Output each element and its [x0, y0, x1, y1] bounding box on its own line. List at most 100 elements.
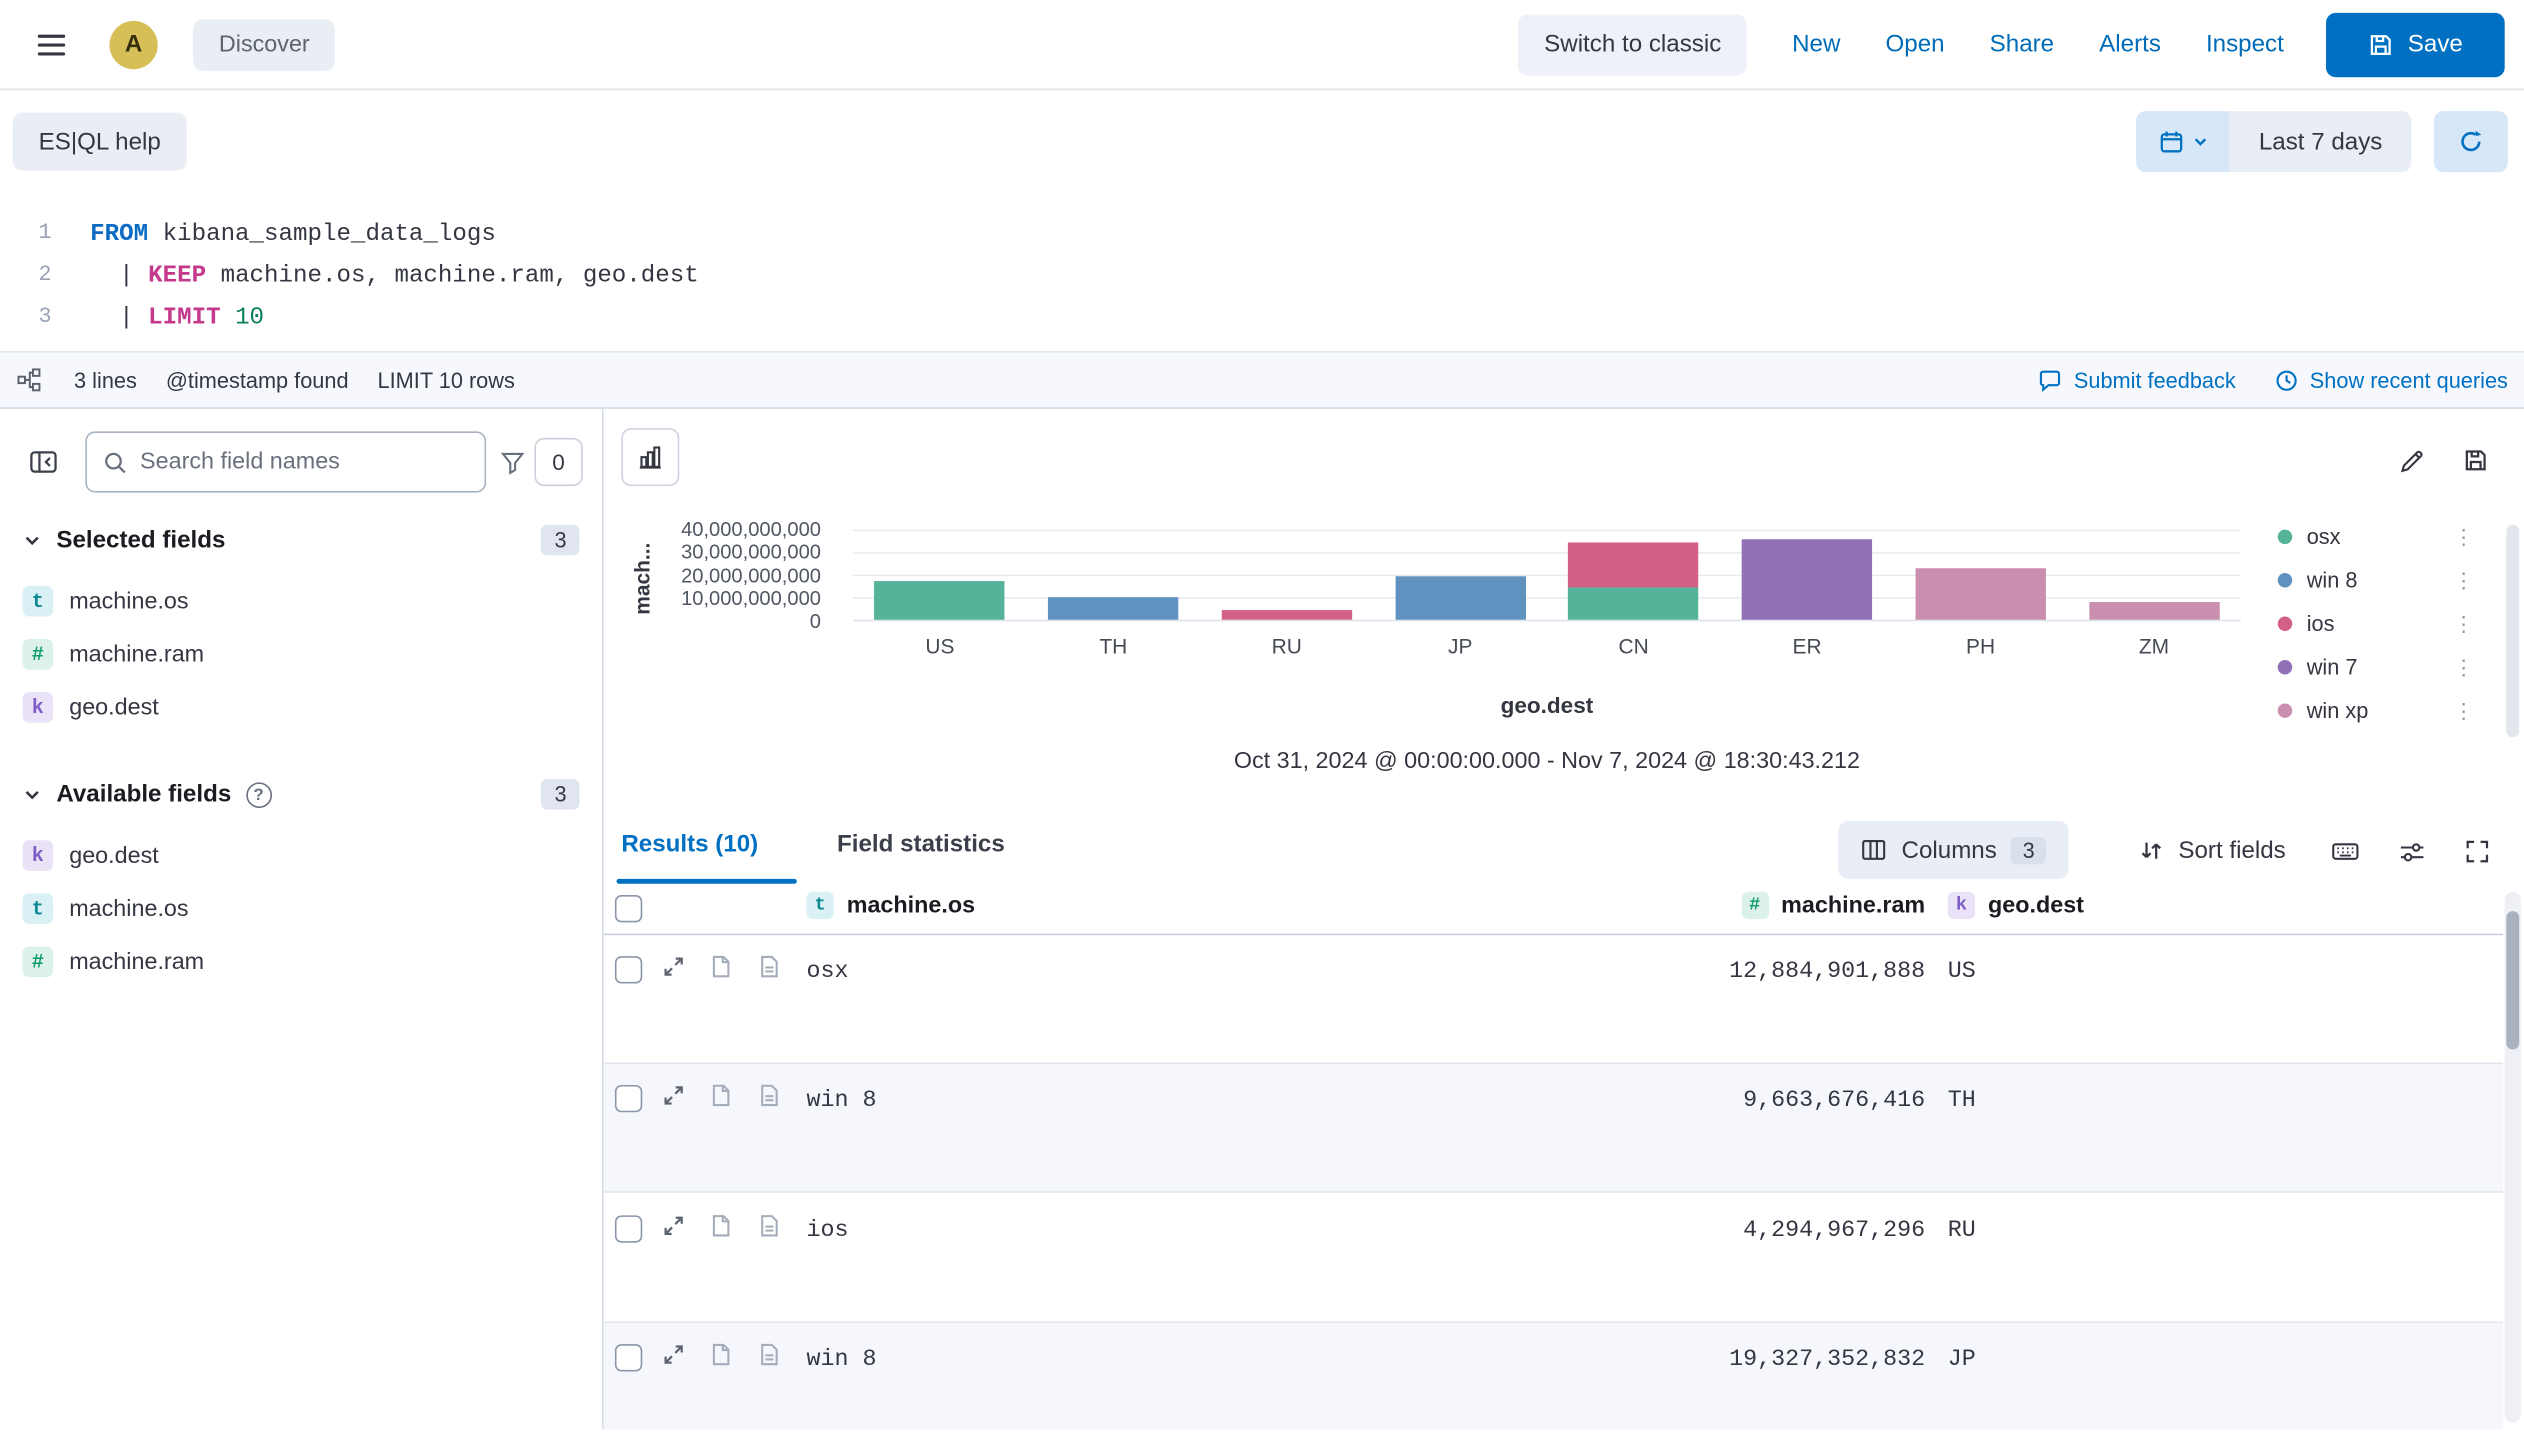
- field-item-machine-os[interactable]: t machine.os: [0, 882, 602, 935]
- field-name: machine.os: [69, 896, 188, 922]
- x-axis-title: geo.dest: [853, 692, 2241, 718]
- column-header-machine-ram[interactable]: # machine.ram: [1537, 892, 1925, 919]
- display-options-button[interactable]: [2387, 827, 2435, 875]
- keyword-field-icon: k: [23, 840, 54, 871]
- editor-line: 2 | KEEP machine.os, machine.ram, geo.de…: [0, 254, 2524, 296]
- table-row: osx 12,884,901,888 US: [604, 935, 2503, 1064]
- document-flag-icon[interactable]: [710, 1214, 733, 1238]
- field-item-machine-ram[interactable]: # machine.ram: [0, 628, 602, 681]
- help-icon[interactable]: ?: [246, 782, 272, 808]
- expand-row-icon[interactable]: [662, 1214, 686, 1238]
- legend-item-ios[interactable]: ios⋮: [2278, 602, 2474, 645]
- field-search[interactable]: [85, 431, 486, 492]
- alerts-button[interactable]: Alerts: [2099, 31, 2161, 58]
- edit-visualization-button[interactable]: [2386, 435, 2438, 487]
- field-item-geo-dest[interactable]: k geo.dest: [0, 829, 602, 882]
- bar-CN[interactable]: [1547, 530, 1720, 620]
- filter-count-button[interactable]: 0: [534, 438, 582, 486]
- new-button[interactable]: New: [1792, 31, 1840, 58]
- legend-item-win-8[interactable]: win 8⋮: [2278, 559, 2474, 602]
- expand-row-icon[interactable]: [662, 955, 686, 979]
- time-range-button[interactable]: Last 7 days: [2230, 111, 2411, 172]
- columns-button[interactable]: Columns 3: [1839, 821, 2069, 879]
- keyword-field-icon: k: [23, 692, 54, 723]
- document-flag-icon[interactable]: [710, 1083, 733, 1107]
- esql-help-button[interactable]: ES|QL help: [13, 113, 187, 171]
- refresh-button[interactable]: [2434, 111, 2508, 172]
- search-input[interactable]: [140, 449, 468, 475]
- column-header-geo-dest[interactable]: k geo.dest: [1948, 892, 2084, 919]
- keyboard-shortcuts-button[interactable]: [2321, 827, 2369, 875]
- chart-scrollbar[interactable]: [2506, 525, 2519, 737]
- row-checkbox[interactable]: [615, 1085, 642, 1112]
- legend-more-icon[interactable]: ⋮: [2453, 616, 2474, 632]
- bar-segment-win-xp[interactable]: [2089, 602, 2219, 620]
- avatar[interactable]: A: [109, 20, 157, 68]
- filter-icon[interactable]: [501, 450, 525, 474]
- bar-segment-win-xp[interactable]: [1915, 568, 2045, 620]
- tab-results[interactable]: Results (10): [621, 831, 758, 858]
- bar-segment-ios[interactable]: [1222, 610, 1352, 620]
- menu-icon[interactable]: [19, 12, 83, 76]
- document-flag-icon[interactable]: [710, 1342, 733, 1366]
- select-all-checkbox[interactable]: [615, 895, 642, 922]
- legend-more-icon[interactable]: ⋮: [2453, 572, 2474, 588]
- save-button[interactable]: Save: [2326, 12, 2505, 76]
- row-checkbox[interactable]: [615, 956, 642, 983]
- inspect-button[interactable]: Inspect: [2206, 31, 2284, 58]
- row-checkbox[interactable]: [615, 1215, 642, 1242]
- bar-segment-win-8[interactable]: [1395, 576, 1525, 620]
- open-button[interactable]: Open: [1886, 31, 1945, 58]
- calendar-dropdown-button[interactable]: [2137, 111, 2230, 172]
- column-header-machine-os[interactable]: t machine.os: [806, 892, 975, 919]
- share-button[interactable]: Share: [1990, 31, 2054, 58]
- bar-segment-ios[interactable]: [1569, 542, 1699, 587]
- bar-ER[interactable]: [1720, 530, 1893, 620]
- switch-to-classic-button[interactable]: Switch to classic: [1518, 14, 1747, 75]
- sort-fields-button[interactable]: Sort fields: [2140, 821, 2286, 879]
- chart-type-button[interactable]: [621, 428, 679, 486]
- esql-query-editor[interactable]: 1 FROM kibana_sample_data_logs 2 | KEEP …: [0, 193, 2524, 351]
- bar-RU[interactable]: [1200, 530, 1373, 620]
- save-button-label: Save: [2408, 31, 2463, 58]
- chart-legend: osx⋮win 8⋮ios⋮win 7⋮win xp⋮: [2278, 515, 2474, 732]
- expand-row-icon[interactable]: [662, 1083, 686, 1107]
- bar-JP[interactable]: [1373, 530, 1546, 620]
- fullscreen-button[interactable]: [2453, 827, 2501, 875]
- available-fields-header[interactable]: Available fields ? 3: [23, 779, 580, 810]
- legend-more-icon[interactable]: ⋮: [2453, 659, 2474, 675]
- legend-item-osx[interactable]: osx⋮: [2278, 515, 2474, 558]
- document-details-icon[interactable]: [758, 1342, 781, 1366]
- bar-PH[interactable]: [1894, 530, 2067, 620]
- available-fields-list: k geo.dest t machine.os # machine.ram: [0, 829, 602, 988]
- legend-item-win-7[interactable]: win 7⋮: [2278, 645, 2474, 688]
- field-item-geo-dest[interactable]: k geo.dest: [0, 681, 602, 734]
- collapse-sidebar-button[interactable]: [16, 435, 71, 490]
- field-item-machine-ram[interactable]: # machine.ram: [0, 935, 602, 988]
- document-details-icon[interactable]: [758, 955, 781, 979]
- bar-segment-win-7[interactable]: [1742, 539, 1872, 620]
- breadcrumb[interactable]: Discover: [193, 19, 335, 71]
- submit-feedback-link[interactable]: Submit feedback: [2038, 368, 2235, 392]
- document-flag-icon[interactable]: [710, 955, 733, 979]
- document-details-icon[interactable]: [758, 1083, 781, 1107]
- bar-segment-osx[interactable]: [1569, 587, 1699, 620]
- expand-row-icon[interactable]: [662, 1342, 686, 1366]
- legend-item-win-xp[interactable]: win xp⋮: [2278, 689, 2474, 732]
- save-visualization-button[interactable]: [2450, 435, 2502, 487]
- grid-scrollbar-thumb[interactable]: [2506, 911, 2519, 1049]
- row-checkbox[interactable]: [615, 1344, 642, 1371]
- bar-ZM[interactable]: [2067, 530, 2240, 620]
- show-recent-queries-link[interactable]: Show recent queries: [2274, 368, 2508, 392]
- legend-more-icon[interactable]: ⋮: [2453, 529, 2474, 545]
- bar-segment-win-8[interactable]: [1048, 598, 1178, 620]
- bar-TH[interactable]: [1027, 530, 1200, 620]
- field-item-machine-os[interactable]: t machine.os: [0, 575, 602, 628]
- legend-more-icon[interactable]: ⋮: [2453, 703, 2474, 719]
- bar-segment-osx[interactable]: [875, 581, 1005, 619]
- tab-field-statistics[interactable]: Field statistics: [837, 831, 1005, 858]
- document-details-icon[interactable]: [758, 1214, 781, 1238]
- field-name: geo.dest: [69, 695, 159, 721]
- selected-fields-header[interactable]: Selected fields 3: [23, 525, 580, 556]
- bar-US[interactable]: [853, 530, 1026, 620]
